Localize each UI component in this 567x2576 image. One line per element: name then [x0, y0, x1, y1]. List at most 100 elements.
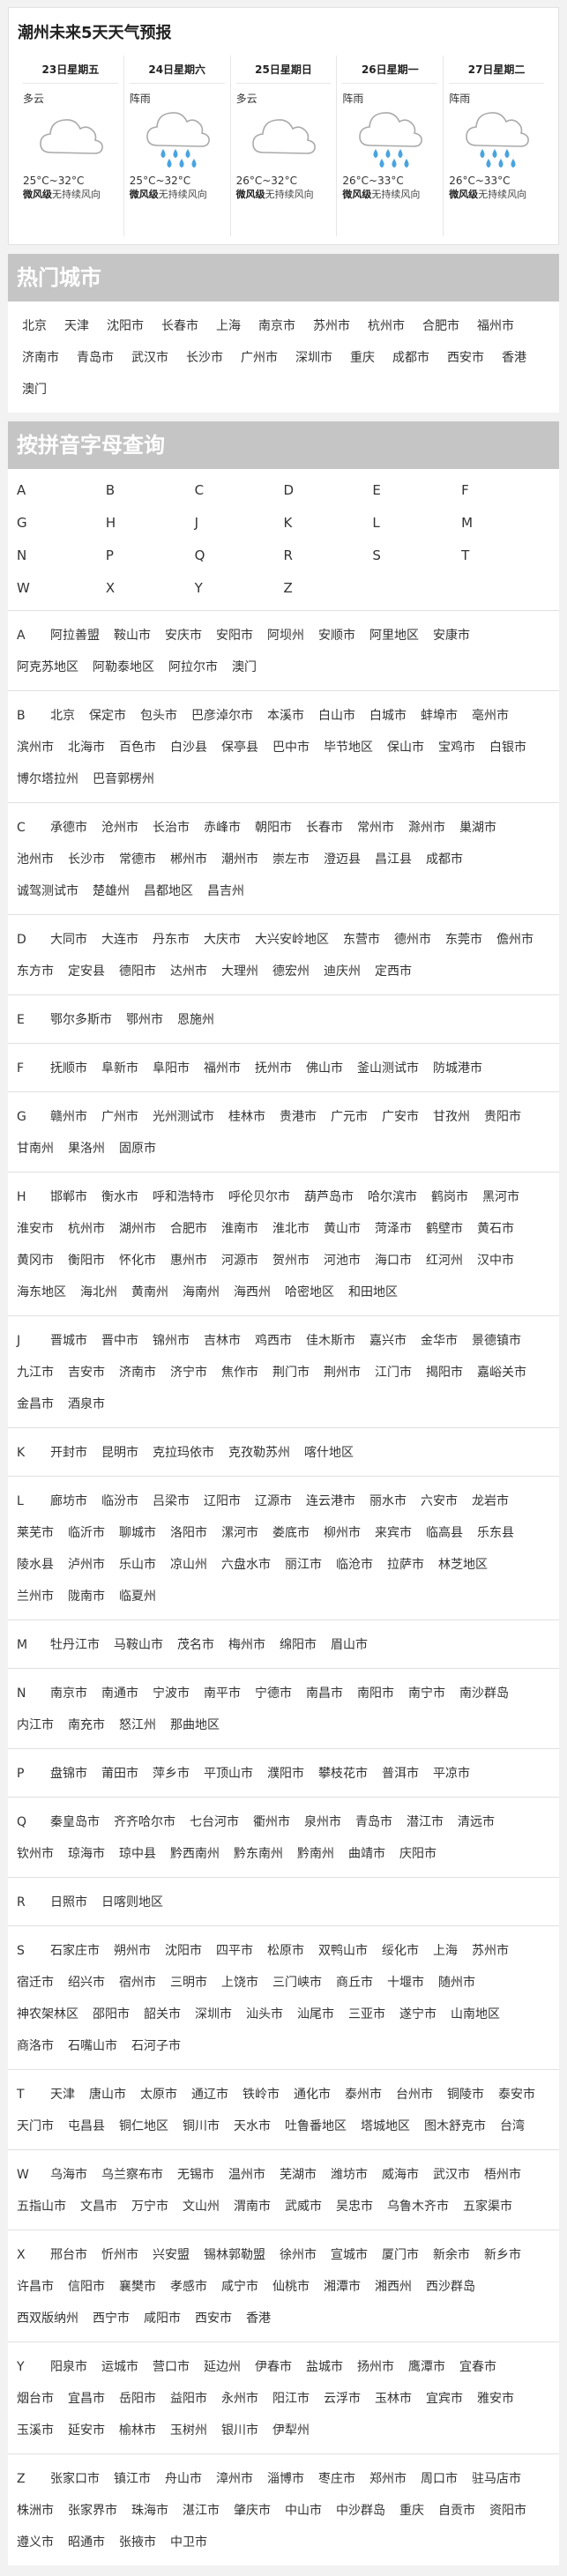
city-link[interactable]: 南通市: [101, 1678, 138, 1709]
city-link[interactable]: 兰州市: [17, 1581, 54, 1612]
city-link[interactable]: 中沙群岛: [336, 2495, 385, 2527]
city-link[interactable]: 绍兴市: [68, 1967, 105, 1999]
city-link[interactable]: 邢台市: [50, 2239, 87, 2271]
city-link[interactable]: 驻马店市: [472, 2463, 521, 2495]
city-link[interactable]: 天津: [50, 2079, 75, 2111]
city-link[interactable]: 广安市: [382, 1101, 419, 1133]
city-link[interactable]: 渭南市: [234, 2191, 271, 2222]
city-link[interactable]: 迪庆州: [324, 956, 361, 987]
city-link[interactable]: 巴音郭楞州: [93, 763, 154, 795]
city-link[interactable]: 株洲市: [17, 2495, 54, 2527]
city-link[interactable]: 黔西南州: [170, 1838, 220, 1870]
city-link[interactable]: 丽水市: [369, 1485, 407, 1517]
hot-city-link[interactable]: 澳门: [22, 374, 47, 406]
city-link[interactable]: 昌吉州: [207, 875, 244, 907]
city-link[interactable]: 恩施州: [177, 1004, 214, 1036]
city-link[interactable]: 连云港市: [306, 1485, 355, 1517]
city-link[interactable]: 香港: [246, 2303, 271, 2334]
city-link[interactable]: 黄南州: [131, 1277, 168, 1308]
city-link[interactable]: 吴忠市: [336, 2191, 373, 2222]
city-link[interactable]: 清远市: [458, 1806, 495, 1838]
city-link[interactable]: 临夏州: [119, 1581, 156, 1612]
city-link[interactable]: 南阳市: [357, 1678, 394, 1709]
city-link[interactable]: 黔东南州: [234, 1838, 283, 1870]
city-link[interactable]: 巢湖市: [459, 812, 496, 844]
city-link[interactable]: 唐山市: [89, 2079, 126, 2111]
city-link[interactable]: 潮州市: [221, 844, 258, 875]
city-link[interactable]: 乌兰察布市: [101, 2159, 163, 2191]
city-link[interactable]: 克拉玛依市: [153, 1437, 214, 1469]
city-link[interactable]: 淮南市: [221, 1213, 258, 1245]
city-link[interactable]: 玉溪市: [17, 2415, 54, 2446]
city-link[interactable]: 成都市: [426, 844, 463, 875]
city-link[interactable]: 孝感市: [170, 2271, 207, 2303]
city-link[interactable]: 朝阳市: [255, 812, 292, 844]
hot-city-link[interactable]: 深圳市: [295, 342, 332, 374]
city-link[interactable]: 银川市: [221, 2415, 258, 2446]
city-link[interactable]: 北京: [50, 700, 75, 732]
letter-link[interactable]: Y: [195, 572, 284, 605]
city-link[interactable]: 吕梁市: [153, 1485, 190, 1517]
city-link[interactable]: 池州市: [17, 844, 54, 875]
city-link[interactable]: 安庆市: [165, 620, 202, 651]
city-link[interactable]: 滨州市: [17, 732, 54, 763]
city-link[interactable]: 青岛市: [355, 1806, 392, 1838]
city-link[interactable]: 铜仁地区: [119, 2111, 168, 2142]
city-link[interactable]: 克孜勒苏州: [228, 1437, 290, 1469]
city-link[interactable]: 百色市: [119, 732, 156, 763]
city-link[interactable]: 张家界市: [68, 2495, 117, 2527]
letter-link[interactable]: K: [284, 507, 373, 540]
city-link[interactable]: 佛山市: [306, 1053, 343, 1084]
city-link[interactable]: 怀化市: [119, 1245, 156, 1277]
city-link[interactable]: 阜新市: [101, 1053, 138, 1084]
city-link[interactable]: 泸州市: [68, 1549, 105, 1581]
city-link[interactable]: 五指山市: [17, 2191, 66, 2222]
city-link[interactable]: 阿拉尔市: [168, 651, 218, 683]
city-link[interactable]: 澳门: [232, 651, 257, 683]
city-link[interactable]: 武汉市: [433, 2159, 470, 2191]
city-link[interactable]: 蚌埠市: [421, 700, 458, 732]
city-link[interactable]: 普洱市: [382, 1758, 419, 1790]
city-link[interactable]: 昌江县: [375, 844, 412, 875]
city-link[interactable]: 景德镇市: [472, 1325, 521, 1357]
city-link[interactable]: 盐城市: [306, 2351, 343, 2383]
city-link[interactable]: 莆田市: [101, 1758, 138, 1790]
city-link[interactable]: 东方市: [17, 956, 54, 987]
hot-city-link[interactable]: 苏州市: [313, 310, 350, 342]
city-link[interactable]: 聊城市: [119, 1517, 156, 1549]
city-link[interactable]: 昆明市: [101, 1437, 138, 1469]
city-link[interactable]: 巴彦淖尔市: [191, 700, 253, 732]
city-link[interactable]: 中山市: [285, 2495, 322, 2527]
city-link[interactable]: 哈密地区: [285, 1277, 334, 1308]
city-link[interactable]: 天水市: [234, 2111, 271, 2142]
city-link[interactable]: 文山州: [183, 2191, 220, 2222]
city-link[interactable]: 潜江市: [407, 1806, 444, 1838]
city-link[interactable]: 丹东市: [153, 924, 190, 956]
city-link[interactable]: 宿迁市: [17, 1967, 54, 1999]
letter-link[interactable]: M: [461, 507, 550, 540]
hot-city-link[interactable]: 南京市: [258, 310, 295, 342]
city-link[interactable]: 南宁市: [408, 1678, 445, 1709]
city-link[interactable]: 六安市: [421, 1485, 458, 1517]
city-link[interactable]: 韶关市: [144, 1999, 181, 2030]
hot-city-link[interactable]: 长春市: [161, 310, 198, 342]
city-link[interactable]: 鹤壁市: [426, 1213, 463, 1245]
hot-city-link[interactable]: 长沙市: [186, 342, 223, 374]
city-link[interactable]: 长沙市: [68, 844, 105, 875]
city-link[interactable]: 琼中县: [119, 1838, 156, 1870]
city-link[interactable]: 珠海市: [131, 2495, 168, 2527]
city-link[interactable]: 阿勒泰地区: [93, 651, 154, 683]
city-link[interactable]: 江门市: [375, 1357, 412, 1389]
city-link[interactable]: 三亚市: [348, 1999, 385, 2030]
city-link[interactable]: 濮阳市: [267, 1758, 304, 1790]
city-link[interactable]: 澄迈县: [324, 844, 361, 875]
city-link[interactable]: 阜阳市: [153, 1053, 190, 1084]
city-link[interactable]: 宝鸡市: [438, 732, 475, 763]
city-link[interactable]: 大同市: [50, 924, 87, 956]
city-link[interactable]: 来宾市: [375, 1517, 412, 1549]
city-link[interactable]: 运城市: [101, 2351, 138, 2383]
city-link[interactable]: 乐东县: [477, 1517, 514, 1549]
city-link[interactable]: 七台河市: [190, 1806, 239, 1838]
city-link[interactable]: 德州市: [394, 924, 431, 956]
city-link[interactable]: 抚州市: [255, 1053, 292, 1084]
